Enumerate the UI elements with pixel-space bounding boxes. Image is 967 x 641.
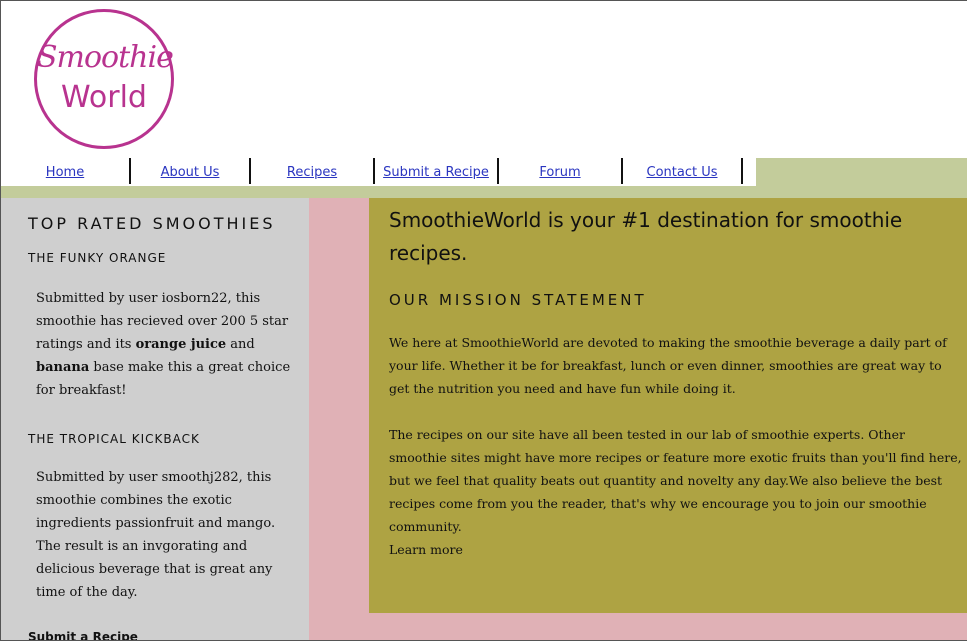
paragraph-text: The recipes on our site have all been te…: [389, 427, 962, 534]
smoothie-description-funky-orange: Submitted by user iosborn22, this smooth…: [36, 287, 291, 402]
nav-divider: [741, 158, 743, 184]
submit-recipe-link[interactable]: Submit a Recipe: [28, 630, 138, 640]
sidebar-title: TOP RATED SMOOTHIES: [28, 214, 276, 233]
sidebar: TOP RATED SMOOTHIES THE FUNKY ORANGE Sub…: [1, 198, 309, 640]
smoothie-title-funky-orange: THE FUNKY ORANGE: [28, 251, 167, 265]
mission-paragraph-1: We here at SmoothieWorld are devoted to …: [389, 335, 947, 396]
nav-link-about-us[interactable]: About Us: [131, 158, 249, 186]
smoothie-description-tropical-kickback: Submitted by user smoothj282, this smoot…: [36, 470, 276, 600]
smoothie-title-tropical-kickback: THE TROPICAL KICKBACK: [28, 432, 200, 446]
logo-text-world: World: [61, 80, 147, 115]
nav-link-contact-us[interactable]: Contact Us: [623, 158, 741, 186]
site-header: Smoothie World: [1, 1, 967, 158]
nav-link-home[interactable]: Home: [1, 158, 129, 186]
logo-text-smoothie: Smoothie: [37, 40, 174, 75]
learn-more-link[interactable]: Learn more: [389, 542, 463, 557]
ingredient-orange-juice: orange juice: [135, 337, 227, 352]
page-frame: Smoothie World Home About Us Recipes Sub…: [0, 0, 967, 641]
ingredient-banana: banana: [36, 360, 90, 375]
main-nav: Home About Us Recipes Submit a Recipe Fo…: [1, 158, 967, 186]
nav-strip: Home About Us Recipes Submit a Recipe Fo…: [1, 158, 756, 186]
nav-link-recipes[interactable]: Recipes: [251, 158, 373, 186]
mission-statement-title: OUR MISSION STATEMENT: [389, 291, 647, 309]
page-title: SmoothieWorld is your #1 destination for…: [389, 208, 903, 265]
main-content: SmoothieWorld is your #1 destination for…: [369, 198, 967, 613]
nav-link-submit-recipe[interactable]: Submit a Recipe: [375, 158, 497, 186]
smoothieworld-logo[interactable]: Smoothie World: [34, 9, 174, 149]
description-text: and: [226, 337, 255, 352]
nav-band: [1, 186, 967, 198]
nav-link-forum[interactable]: Forum: [499, 158, 621, 186]
mission-paragraph-2: The recipes on our site have all been te…: [389, 423, 964, 561]
